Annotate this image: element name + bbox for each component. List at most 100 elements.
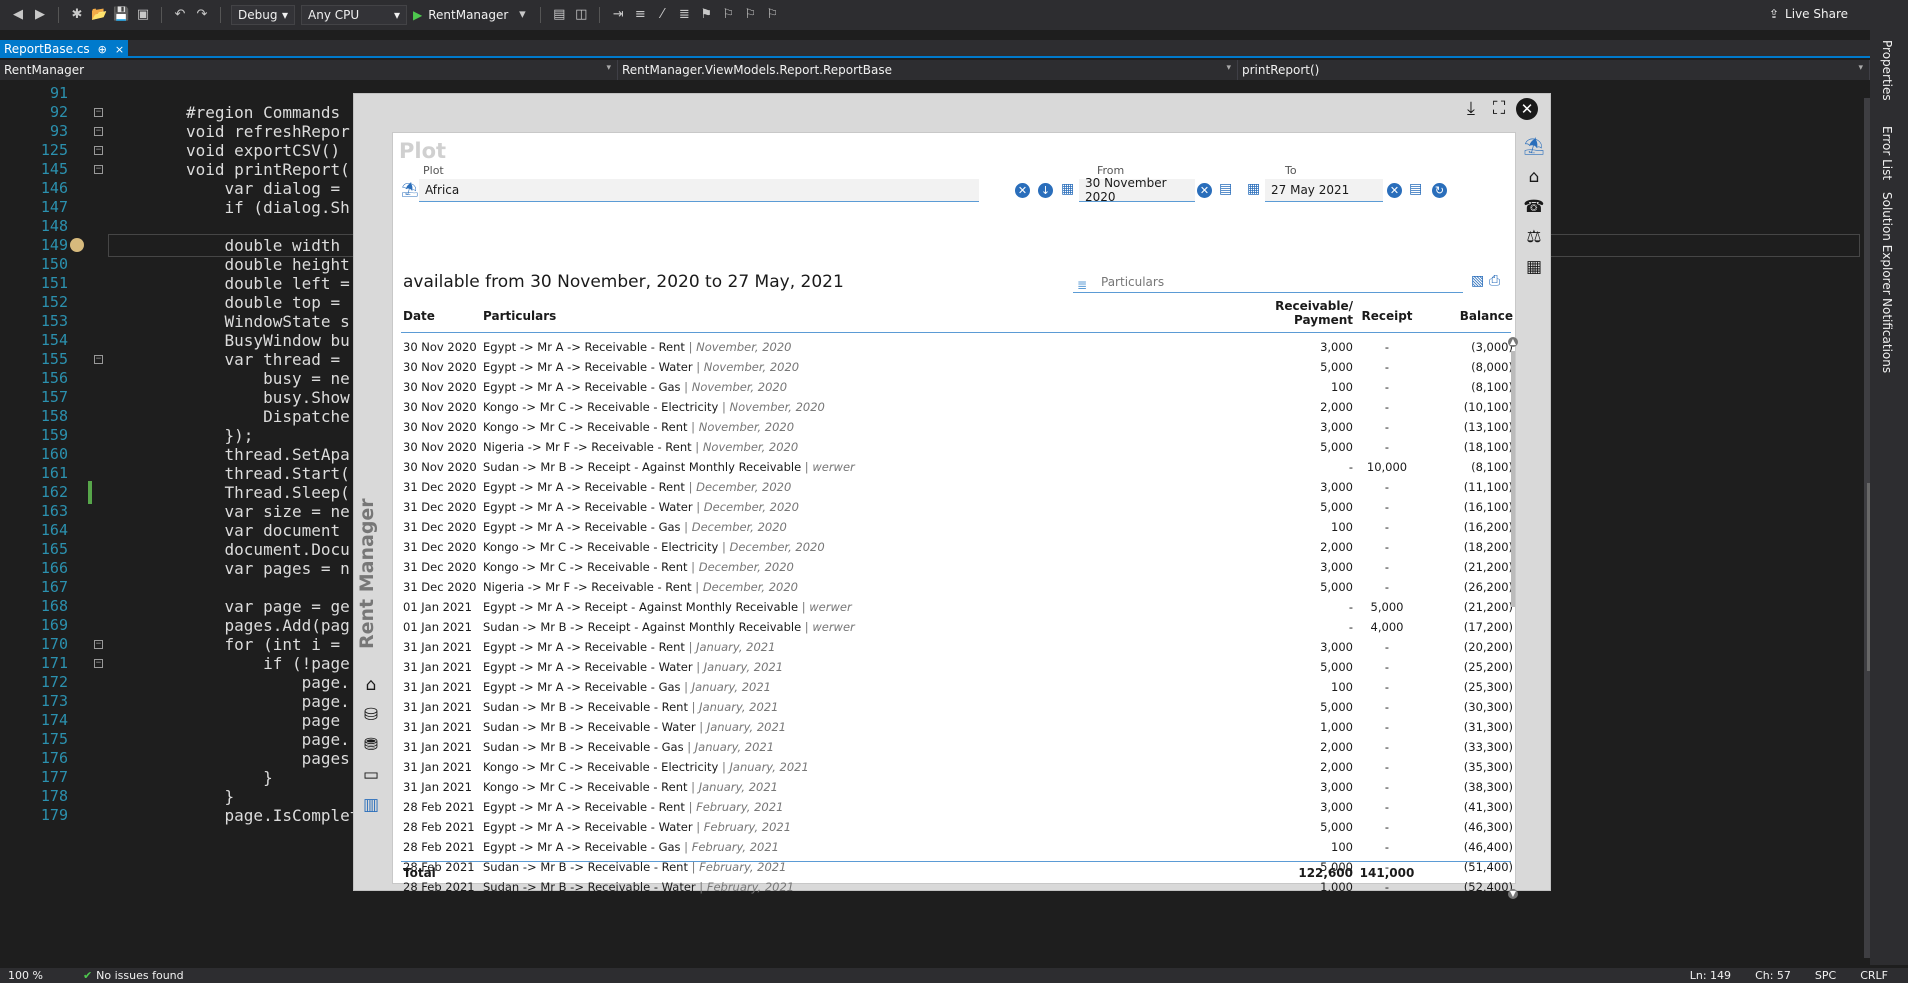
rail-notifications[interactable]: Notifications [1880, 298, 1894, 373]
balance-report-icon[interactable]: ⚖ [1523, 226, 1545, 248]
clear-to-button[interactable]: ✕ [1387, 183, 1402, 198]
table-row[interactable]: 31 Jan 2021 Egypt -> Mr A -> Receivable -… [393, 657, 1513, 677]
line-ending[interactable]: CRLF [1860, 969, 1888, 982]
export-icon[interactable]: ▧ [1471, 273, 1484, 289]
configuration-select[interactable]: Debug ▾ [231, 5, 295, 25]
comment-icon[interactable]: ⁄ [654, 7, 670, 23]
fold-toggle-icon[interactable]: − [94, 165, 103, 174]
fold-toggle-icon[interactable]: − [94, 659, 103, 668]
forward-icon[interactable]: ▶ [32, 7, 48, 23]
fold-toggle-icon[interactable]: − [94, 108, 103, 117]
save-icon[interactable]: 💾 [113, 7, 129, 23]
clear-from-button[interactable]: ✕ [1197, 183, 1212, 198]
table-row[interactable]: 28 Feb 2021 Egypt -> Mr A -> Receivable -… [393, 837, 1513, 857]
table-row[interactable]: 30 Nov 2020 Kongo -> Mr C -> Receivable -… [393, 417, 1513, 437]
browse-icon[interactable]: ▤ [551, 7, 567, 23]
table-row[interactable]: 31 Dec 2020 Kongo -> Mr C -> Receivable -… [393, 557, 1513, 577]
clear-bookmark-icon[interactable]: ⚐ [764, 7, 780, 23]
edit-database-icon[interactable]: ⛃ [360, 734, 382, 756]
table-row[interactable]: 31 Dec 2020 Nigeria -> Mr F -> Receivable… [393, 577, 1513, 597]
save-all-icon[interactable]: ▣ [135, 7, 151, 23]
table-scrollbar[interactable]: ▲ ▼ [1508, 337, 1518, 899]
table-row[interactable]: 31 Jan 2021 Egypt -> Mr A -> Receivable -… [393, 677, 1513, 697]
to-date-input[interactable]: 27 May 2021 [1265, 179, 1383, 202]
table-row[interactable]: 31 Jan 2021 Sudan -> Mr B -> Receivable -… [393, 717, 1513, 737]
home-icon[interactable]: ⌂ [360, 674, 382, 696]
table-row[interactable]: 30 Nov 2020 Egypt -> Mr A -> Receivable -… [393, 377, 1513, 397]
refresh-button[interactable]: ↻ [1432, 183, 1447, 198]
project-select[interactable]: RentManager ▾ [0, 60, 618, 80]
undo-icon[interactable]: ↶ [172, 7, 188, 23]
chevron-down-icon[interactable]: ▾ [514, 7, 530, 23]
table-row[interactable]: 28 Feb 2021 Egypt -> Mr A -> Receivable -… [393, 797, 1513, 817]
start-icon[interactable]: ▶ [413, 8, 422, 22]
plot-report-icon[interactable]: ⛱ [1523, 136, 1545, 158]
fold-toggle-icon[interactable]: − [94, 640, 103, 649]
table-row[interactable]: 01 Jan 2021 Sudan -> Mr B -> Receipt - Ag… [393, 617, 1513, 637]
live-share-button[interactable]: ⇪ Live Share [1769, 7, 1848, 21]
plot-input[interactable]: Africa [419, 179, 979, 202]
char-number[interactable]: Ch: 57 [1755, 969, 1791, 982]
table-row[interactable]: 31 Jan 2021 Sudan -> Mr B -> Receivable -… [393, 697, 1513, 717]
scroll-down-icon[interactable]: ▼ [1508, 889, 1518, 899]
whitespace-mode[interactable]: SPC [1815, 969, 1836, 982]
rail-error-list[interactable]: Error List [1880, 126, 1894, 180]
table-row[interactable]: 31 Dec 2020 Egypt -> Mr A -> Receivable -… [393, 477, 1513, 497]
member-select[interactable]: printReport() ▾ [1238, 60, 1870, 80]
table-row[interactable]: 31 Dec 2020 Egypt -> Mr A -> Receivable -… [393, 517, 1513, 537]
table-row[interactable]: 31 Dec 2020 Egypt -> Mr A -> Receivable -… [393, 497, 1513, 517]
bookmark-icon[interactable]: ⚑ [698, 7, 714, 23]
transaction-icon[interactable]: ▭ [360, 764, 382, 786]
rail-solution-explorer[interactable]: Solution Explorer [1880, 192, 1894, 295]
redo-icon[interactable]: ↷ [194, 7, 210, 23]
fold-toggle-icon[interactable]: − [94, 146, 103, 155]
report-icon[interactable]: ▥ [360, 794, 382, 816]
table-row[interactable]: 30 Nov 2020 Egypt -> Mr A -> Receivable -… [393, 337, 1513, 357]
maximize-icon[interactable]: ⛶ [1488, 98, 1510, 120]
prev-bookmark-icon[interactable]: ⚐ [720, 7, 736, 23]
date-picker-icon[interactable]: ▤ [1409, 181, 1422, 197]
table-row[interactable]: 31 Jan 2021 Egypt -> Mr A -> Receivable -… [393, 637, 1513, 657]
table-row[interactable]: 30 Nov 2020 Kongo -> Mr C -> Receivable -… [393, 397, 1513, 417]
add-database-icon[interactable]: ⛁ [360, 704, 382, 726]
screenshot-icon[interactable]: ◫ [573, 7, 589, 23]
table-row[interactable]: 31 Dec 2020 Kongo -> Mr C -> Receivable -… [393, 537, 1513, 557]
from-date-input[interactable]: 30 November 2020 [1079, 176, 1195, 204]
rail-properties[interactable]: Properties [1880, 40, 1894, 101]
lightbulb-icon[interactable] [70, 238, 84, 252]
fold-toggle-icon[interactable]: − [94, 127, 103, 136]
date-picker-icon[interactable]: ▤ [1219, 181, 1232, 197]
open-folder-icon[interactable]: 📂 [91, 7, 107, 23]
table-row[interactable]: 01 Jan 2021 Egypt -> Mr A -> Receipt - Ag… [393, 597, 1513, 617]
table-scroll-thumb[interactable] [1511, 351, 1515, 607]
table-row[interactable]: 31 Jan 2021 Sudan -> Mr B -> Receivable -… [393, 737, 1513, 757]
next-bookmark-icon[interactable]: ⚐ [742, 7, 758, 23]
uncomment-icon[interactable]: ≣ [676, 7, 692, 23]
tab-reportbase[interactable]: ReportBase.cs ⊕ × [0, 40, 129, 58]
close-button[interactable]: ✕ [1516, 98, 1538, 120]
start-button[interactable]: RentManager [428, 8, 508, 22]
table-row[interactable]: 30 Nov 2020 Sudan -> Mr B -> Receipt - Ag… [393, 457, 1513, 477]
back-icon[interactable]: ◀ [10, 7, 26, 23]
table-row[interactable]: 31 Jan 2021 Kongo -> Mr C -> Receivable -… [393, 757, 1513, 777]
load-button[interactable]: ↓ [1038, 183, 1053, 198]
platform-select[interactable]: Any CPU ▾ [301, 5, 407, 25]
pin-icon[interactable]: ⊕ [98, 43, 107, 56]
tenant-report-icon[interactable]: ☎ [1523, 196, 1545, 218]
issues-status[interactable]: No issues found [96, 969, 183, 982]
scroll-up-icon[interactable]: ▲ [1508, 337, 1518, 347]
close-icon[interactable]: × [115, 43, 124, 56]
clear-plot-button[interactable]: ✕ [1015, 183, 1030, 198]
table-row[interactable]: 30 Nov 2020 Nigeria -> Mr F -> Receivable… [393, 437, 1513, 457]
step-icon[interactable]: ⇥ [610, 7, 626, 23]
date-search-icon[interactable]: ▦ [1523, 256, 1545, 278]
download-icon[interactable]: ⤓ [1460, 98, 1482, 120]
format-icon[interactable]: ≡ [632, 7, 648, 23]
line-number[interactable]: Ln: 149 [1690, 969, 1731, 982]
new-project-icon[interactable]: ✱ [69, 7, 85, 23]
zoom-level[interactable]: 100 % [8, 969, 43, 982]
space-report-icon[interactable]: ⌂ [1523, 166, 1545, 188]
particulars-search-input[interactable]: ≣ Particulars [1073, 271, 1463, 293]
table-row[interactable]: 28 Feb 2021 Egypt -> Mr A -> Receivable -… [393, 817, 1513, 837]
fold-toggle-icon[interactable]: − [94, 355, 103, 364]
